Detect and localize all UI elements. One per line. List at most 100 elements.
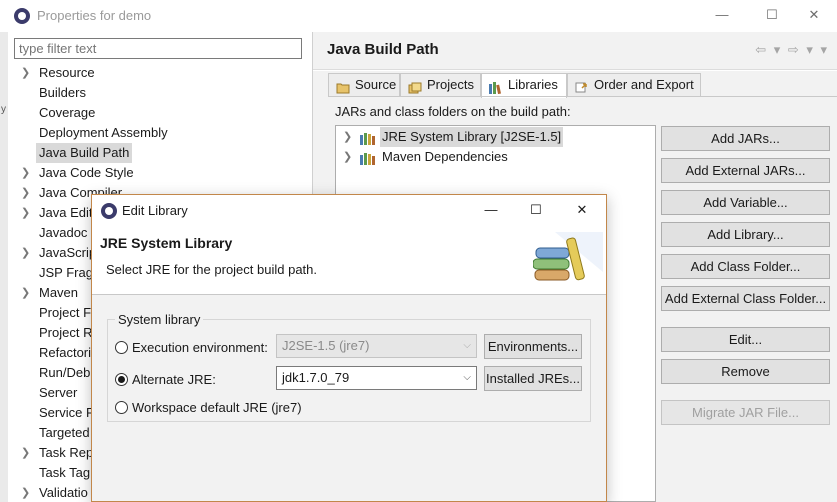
- projects-icon: [408, 79, 422, 94]
- add-library-button[interactable]: Add Library...: [661, 222, 830, 247]
- dialog-heading: JRE System Library: [100, 235, 233, 251]
- remove-button[interactable]: Remove: [661, 359, 830, 384]
- tab-order-export-label: Order and Export: [594, 77, 694, 92]
- radio-button[interactable]: [115, 401, 128, 414]
- tree-item[interactable]: ❯ Java Code Style: [14, 163, 312, 183]
- history-nav-icons[interactable]: ⇦ ▾ ⇨ ▾ ▾: [755, 42, 829, 58]
- filter-input[interactable]: [14, 38, 302, 59]
- expand-arrow-icon[interactable]: ❯: [343, 127, 352, 147]
- expand-arrow-icon[interactable]: ❯: [21, 283, 30, 303]
- close-button[interactable]: ✕: [791, 0, 837, 32]
- maximize-button[interactable]: ☐: [749, 0, 795, 32]
- tree-item[interactable]: Coverage: [14, 103, 312, 123]
- system-library-group: System library Execution environment: J2…: [107, 312, 591, 422]
- tree-item-label: Project R: [39, 325, 93, 340]
- tree-item[interactable]: Builders: [14, 83, 312, 103]
- execution-environment-combo[interactable]: J2SE-1.5 (jre7) ⌵: [276, 334, 477, 358]
- left-window-edge: R y: [0, 0, 8, 502]
- tree-item[interactable]: Java Build Path: [14, 143, 312, 163]
- library-entry-label: JRE System Library [J2SE-1.5]: [380, 127, 564, 147]
- combo-value: jdk1.7.0_79: [282, 370, 350, 385]
- dialog-minimize-button[interactable]: —: [468, 195, 514, 226]
- tab-order-and-export[interactable]: Order and Export: [567, 73, 701, 97]
- tree-item-label: Coverage: [39, 105, 96, 120]
- tree-item-label: Resource: [39, 65, 95, 80]
- expand-arrow-icon[interactable]: ❯: [21, 63, 30, 83]
- tab-source[interactable]: Source: [328, 73, 400, 97]
- dialog-maximize-button[interactable]: ☐: [513, 195, 559, 226]
- tree-item-label: Refactori: [39, 345, 92, 360]
- tree-item-label: Maven: [39, 285, 79, 300]
- edit-button[interactable]: Edit...: [661, 327, 830, 352]
- minimize-button[interactable]: —: [699, 0, 745, 32]
- add-jars-button[interactable]: Add JARs...: [661, 126, 830, 151]
- environments-button[interactable]: Environments...: [484, 334, 582, 359]
- dialog-titlebar: Edit Library — ☐ ✕: [92, 195, 606, 226]
- page-title: Java Build Path: [327, 41, 439, 58]
- expand-arrow-icon[interactable]: ❯: [21, 183, 30, 203]
- tree-item-label: JavaScrip: [39, 245, 97, 260]
- window-title: Properties for demo: [37, 8, 152, 23]
- library-icon: [360, 131, 375, 145]
- group-label: System library: [115, 312, 204, 327]
- expand-arrow-icon[interactable]: ❯: [21, 483, 30, 502]
- library-banner-icon: [532, 232, 603, 287]
- tab-projects[interactable]: Projects: [400, 73, 481, 97]
- chevron-down-icon: ⌵: [463, 372, 471, 383]
- library-entry-label: Maven Dependencies: [382, 149, 508, 164]
- tree-item-label: Java Edit: [39, 205, 93, 220]
- radio-label: Alternate JRE:: [132, 372, 216, 387]
- source-folder-icon: [336, 79, 350, 94]
- libraries-icon: [489, 79, 503, 95]
- tree-item-label: Java Code Style: [39, 165, 134, 180]
- tree-item-label: Project Fa: [39, 305, 99, 320]
- expand-arrow-icon[interactable]: ❯: [343, 147, 352, 167]
- expand-arrow-icon[interactable]: ❯: [21, 163, 30, 183]
- tab-libraries-label: Libraries: [508, 77, 558, 92]
- eclipse-icon: [101, 203, 117, 219]
- alternate-jre-combo[interactable]: jdk1.7.0_79 ⌵: [276, 366, 477, 390]
- tree-item-label: Builders: [39, 85, 86, 100]
- installed-jres-button[interactable]: Installed JREs...: [484, 366, 582, 391]
- tree-item-label: Server: [39, 385, 78, 400]
- dialog-body: System library Execution environment: J2…: [92, 295, 606, 501]
- window-titlebar: Properties for demo — ☐ ✕: [0, 0, 837, 32]
- tree-item-label: Task Rep: [39, 445, 94, 460]
- tree-item[interactable]: ❯ Resource: [14, 63, 312, 83]
- eclipse-icon: [14, 8, 30, 24]
- expand-arrow-icon[interactable]: ❯: [21, 203, 30, 223]
- combo-value: J2SE-1.5 (jre7): [282, 338, 370, 353]
- migrate-jar-button[interactable]: Migrate JAR File...: [661, 400, 830, 425]
- add-class-folder-button[interactable]: Add Class Folder...: [661, 254, 830, 279]
- library-icon: [360, 151, 375, 165]
- tree-item-label: Task Tag: [39, 465, 91, 480]
- dialog-close-button[interactable]: ✕: [559, 195, 605, 226]
- add-external-jars-button[interactable]: Add External JARs...: [661, 158, 830, 183]
- radio-label: Execution environment:: [132, 340, 268, 355]
- tree-item-label: Javadoc: [39, 225, 88, 240]
- tree-item-label: Targeted: [39, 425, 90, 440]
- chevron-down-icon: ⌵: [463, 340, 471, 351]
- edge-mark-mid: y: [1, 104, 6, 115]
- tab-libraries[interactable]: Libraries: [481, 73, 567, 98]
- build-path-caption: JARs and class folders on the build path…: [335, 104, 571, 119]
- tree-item-label: Validatio: [39, 485, 88, 500]
- dialog-header: JRE System Library Select JRE for the pr…: [92, 226, 606, 294]
- edit-library-dialog: Edit Library — ☐ ✕ JRE System Library Se…: [91, 194, 607, 502]
- dialog-description: Select JRE for the project build path.: [106, 262, 318, 277]
- tree-item[interactable]: Deployment Assembly: [14, 123, 312, 143]
- tab-strip-line: [328, 96, 837, 97]
- expand-arrow-icon[interactable]: ❯: [21, 243, 30, 263]
- dialog-title: Edit Library: [122, 203, 188, 218]
- tree-item-label: Service P: [39, 405, 95, 420]
- expand-arrow-icon[interactable]: ❯: [21, 443, 30, 463]
- tree-item-label: Deployment Assembly: [39, 125, 168, 140]
- tab-projects-label: Projects: [427, 77, 474, 92]
- tree-item-label: Run/Debu: [39, 365, 98, 380]
- order-export-icon: [575, 79, 589, 93]
- add-external-class-folder-button[interactable]: Add External Class Folder...: [661, 286, 830, 311]
- radio-button[interactable]: [115, 341, 128, 354]
- add-variable-button[interactable]: Add Variable...: [661, 190, 830, 215]
- radio-button[interactable]: [115, 373, 128, 386]
- page-header: Java Build Path ⇦ ▾ ⇨ ▾ ▾: [313, 32, 837, 70]
